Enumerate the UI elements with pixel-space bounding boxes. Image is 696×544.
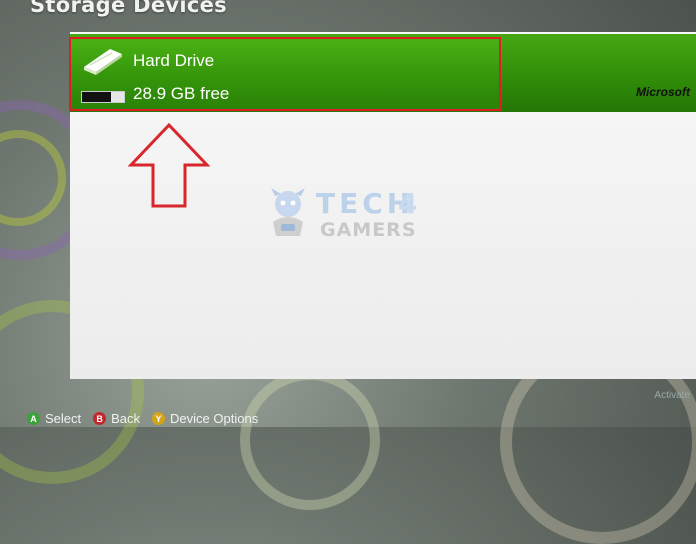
- background-ring: [240, 370, 380, 510]
- capacity-used-fill: [82, 92, 112, 102]
- watermark-accent: 4: [398, 187, 418, 220]
- watermark-gamers: GAMERS: [320, 219, 417, 241]
- up-arrow-icon: [128, 122, 210, 208]
- hard-drive-icon: [84, 49, 122, 75]
- device-options-hint[interactable]: Y Device Options: [152, 411, 258, 426]
- back-hint[interactable]: B Back: [93, 411, 140, 426]
- select-hint[interactable]: A Select: [27, 411, 81, 426]
- button-hints-bar: A Select B Back Y Device Options: [27, 410, 270, 427]
- select-label: Select: [45, 411, 82, 426]
- b-button-icon: B: [93, 412, 107, 425]
- a-button-icon: A: [27, 412, 40, 425]
- device-name: Hard Drive: [133, 51, 215, 70]
- microsoft-logo: Microsoft: [636, 85, 690, 99]
- free-space-label: 28.9 GB free: [133, 84, 230, 103]
- page-title: Storage Devices: [30, 0, 227, 17]
- activate-watermark: Activate: [654, 390, 690, 401]
- back-label: Back: [111, 411, 141, 426]
- y-button-icon: Y: [152, 412, 166, 425]
- hard-drive-tile[interactable]: Hard Drive 28.9 GB free: [69, 37, 501, 111]
- device-options-label: Device Options: [170, 411, 259, 426]
- mascot-watermark-icon: [271, 188, 305, 236]
- capacity-bar: [81, 91, 125, 103]
